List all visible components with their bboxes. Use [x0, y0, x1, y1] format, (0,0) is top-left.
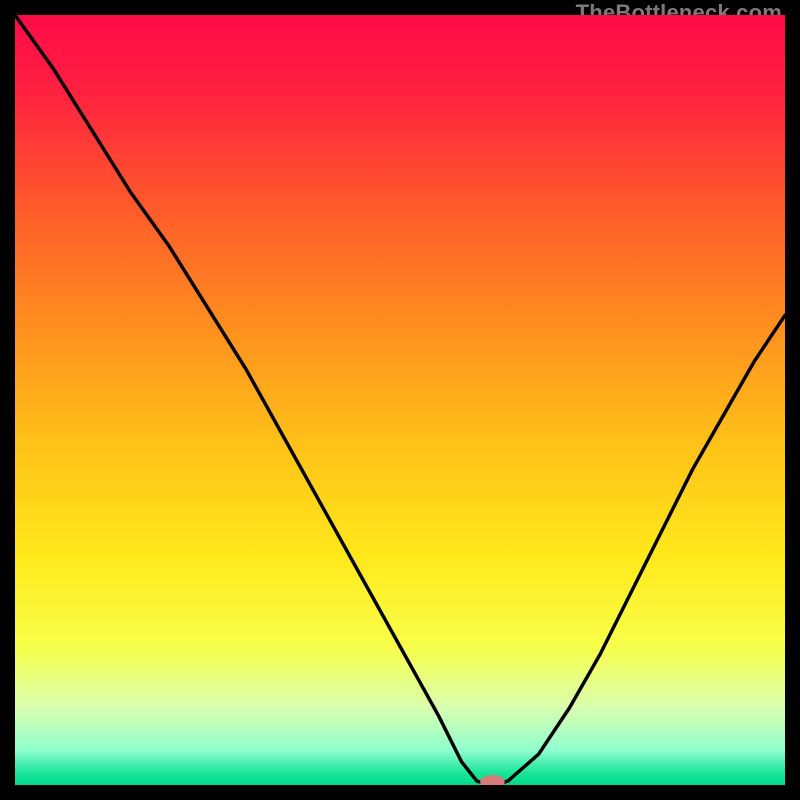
gradient-background [15, 15, 785, 785]
plot-area [15, 15, 785, 785]
chart-frame: TheBottleneck.com [0, 0, 800, 800]
bottleneck-chart [15, 15, 785, 785]
